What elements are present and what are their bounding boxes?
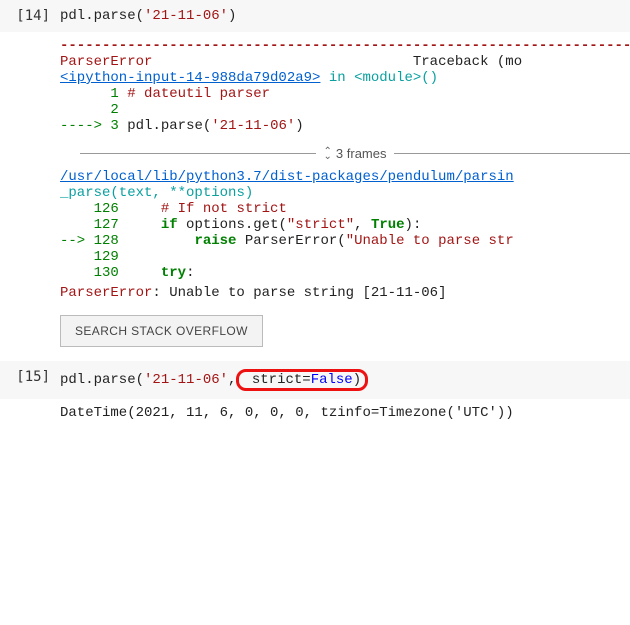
output-text: DateTime(2021, 11, 6, 0, 0, 0, tzinfo=Ti…: [60, 405, 630, 421]
lineno: 129: [94, 249, 119, 265]
final-error: ParserError: Unable to parse string [21-…: [60, 285, 630, 301]
error-header: ParserError Traceback (mo: [60, 54, 630, 70]
error-class: ParserError: [60, 54, 152, 70]
src-line-3: ----> 3 pdl.parse('21-11-06'): [60, 118, 630, 134]
code-cell-14[interactable]: [14] pdl.parse('21-11-06'): [0, 0, 630, 32]
error-message: : Unable to parse string [21-11-06]: [152, 285, 446, 301]
body-line-129: 129: [60, 249, 630, 265]
func-name: pdl.parse: [60, 372, 136, 388]
ipython-frame: <ipython-input-14-988da79d02a9> in <modu…: [60, 70, 630, 86]
comment: # If not strict: [161, 201, 287, 217]
arrow: -->: [60, 233, 94, 249]
traceback-label: Traceback (mo: [413, 54, 522, 70]
prompt-number: 14: [25, 8, 42, 24]
frames-separator[interactable]: ⌃⌄ 3 frames: [60, 146, 630, 161]
file-link[interactable]: /usr/local/lib/python3.7/dist-packages/p…: [60, 169, 514, 185]
arrow: ---->: [60, 118, 110, 134]
string-arg: '21-11-06': [144, 372, 228, 388]
search-stack-overflow-button[interactable]: SEARCH STACK OVERFLOW: [60, 315, 263, 347]
src-line-2: 2: [60, 102, 630, 118]
sep-line-left: [80, 153, 316, 154]
kwarg-name: strict: [252, 372, 302, 388]
code-cell-15[interactable]: [15] pdl.parse('21-11-06', strict=False): [0, 361, 630, 399]
file-frame: /usr/local/lib/python3.7/dist-packages/p…: [60, 169, 630, 185]
lineno: 2: [110, 102, 118, 118]
src-line-1: 1 # dateutil parser: [60, 86, 630, 102]
body-line-126: 126 # If not strict: [60, 201, 630, 217]
body-line-128: --> 128 raise ParserError("Unable to par…: [60, 233, 630, 249]
frames-count: 3 frames: [336, 146, 387, 161]
prompt-number: 15: [25, 369, 42, 385]
highlight-box: strict=False): [236, 369, 368, 391]
cell-prompt: [14]: [0, 8, 60, 24]
kwarg-value: False: [311, 372, 353, 388]
sep-line-right: [394, 153, 630, 154]
code-body[interactable]: pdl.parse('21-11-06', strict=False): [60, 369, 630, 391]
traceback-output: ----------------------------------------…: [0, 32, 630, 361]
lineno: 130: [94, 265, 119, 281]
output-cell-15: DateTime(2021, 11, 6, 0, 0, 0, tzinfo=Ti…: [0, 399, 630, 427]
body-line-127: 127 if options.get("strict", True):: [60, 217, 630, 233]
lineno: 1: [110, 86, 118, 102]
comment: # dateutil parser: [127, 86, 270, 102]
divider-dashes: ----------------------------------------…: [60, 38, 630, 54]
error-class: ParserError: [60, 285, 152, 301]
func-name: pdl.parse: [60, 8, 136, 24]
ipython-input-link[interactable]: <ipython-input-14-988da79d02a9>: [60, 70, 320, 86]
module-name: <module>: [354, 70, 421, 86]
lineno: 126: [94, 201, 119, 217]
cell-prompt: [15]: [0, 369, 60, 385]
func-frame: _parse(text, **options): [60, 185, 630, 201]
lineno: 127: [94, 217, 119, 233]
frames-expand[interactable]: ⌃⌄ 3 frames: [316, 146, 395, 161]
chevron-updown-icon: ⌃⌄: [324, 149, 332, 159]
string-arg: '21-11-06': [144, 8, 228, 24]
lineno: 3: [110, 118, 118, 134]
func-name: _parse: [60, 185, 110, 201]
body-line-130: 130 try:: [60, 265, 630, 281]
lineno: 128: [94, 233, 119, 249]
code-body[interactable]: pdl.parse('21-11-06'): [60, 8, 630, 24]
